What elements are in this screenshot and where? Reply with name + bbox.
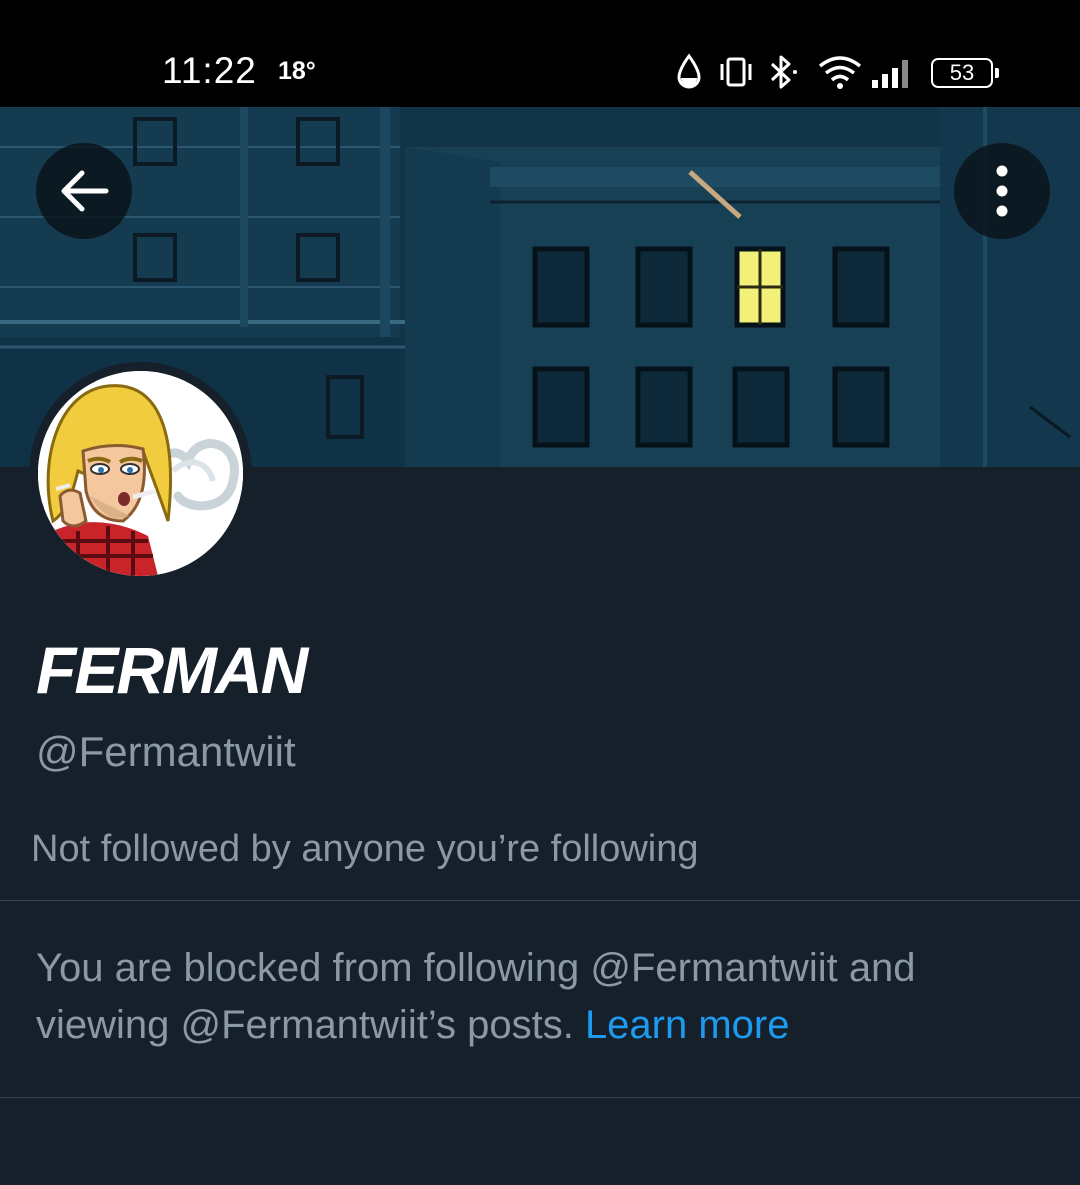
avatar-cartoon-image bbox=[38, 371, 243, 576]
divider bbox=[0, 1097, 1080, 1098]
wifi-icon bbox=[818, 56, 862, 89]
blocked-notice: You are blocked from following @Fermantw… bbox=[36, 940, 1046, 1054]
signal-icon bbox=[872, 60, 908, 88]
divider bbox=[0, 900, 1080, 901]
status-temperature: 18° bbox=[278, 57, 316, 85]
back-button[interactable] bbox=[36, 143, 132, 239]
profile-screen: 11:22 18° 53 FERMAN @Fermantwiit Not fol… bbox=[0, 0, 1080, 1185]
status-time: 11:22 bbox=[162, 50, 257, 91]
battery-level: 53 bbox=[949, 60, 975, 85]
more-vertical-icon bbox=[996, 165, 1008, 217]
followed-by-text: Not followed by anyone you’re following bbox=[31, 828, 699, 870]
vibrate-icon bbox=[720, 57, 752, 87]
arrow-left-icon bbox=[61, 170, 109, 212]
username-handle: @Fermantwiit bbox=[36, 728, 296, 775]
bluetooth-icon bbox=[770, 55, 797, 89]
drop-icon bbox=[677, 53, 701, 89]
status-icons: 53 bbox=[672, 52, 1002, 94]
learn-more-link[interactable]: Learn more bbox=[585, 1003, 790, 1047]
status-bar: 11:22 18° 53 bbox=[0, 0, 1080, 107]
avatar[interactable] bbox=[38, 371, 243, 576]
battery-icon: 53 bbox=[931, 58, 999, 88]
display-name: FERMAN bbox=[36, 633, 308, 707]
more-options-button[interactable] bbox=[954, 143, 1050, 239]
